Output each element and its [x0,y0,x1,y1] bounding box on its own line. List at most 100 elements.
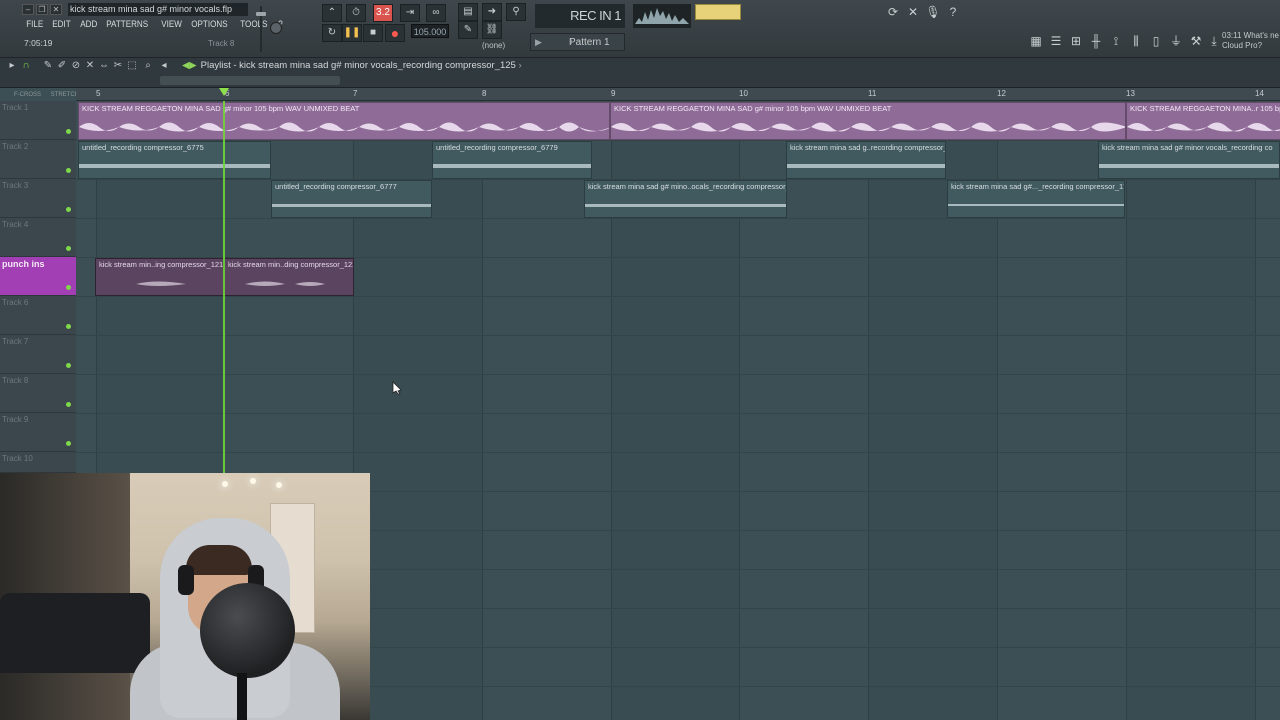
audio-clip[interactable]: kick stream min..ding compressor_122 [224,258,354,296]
track-header[interactable]: Track 4 [0,218,76,257]
slice-icon[interactable]: ✂ [112,60,124,72]
restore-icon[interactable]: ❐ [36,4,48,15]
metronome-icon[interactable]: ⌃ [322,4,342,22]
select-icon[interactable]: ⬚ [126,60,138,72]
audio-clip[interactable]: untitled_recording compressor_6777 [271,180,432,218]
track-header[interactable]: Track 8 [0,374,76,413]
mixer-icon[interactable]: ╫ [1088,33,1104,49]
cpu-icon[interactable]: ✕ [905,4,921,20]
track-header-punch-ins[interactable]: punch ins [0,257,76,296]
piano-roll-icon[interactable]: ☰ [1048,33,1064,49]
menu-edit[interactable]: EDIT [48,18,75,32]
plug-icon[interactable]: ⏚ [1168,33,1184,49]
step-edit-icon[interactable]: ⇥ [400,4,420,22]
wait-input-icon[interactable]: ⏱ [346,4,366,22]
bar-number: 10 [739,89,748,98]
record-button[interactable]: ● [385,24,405,42]
audio-clip[interactable]: KICK STREAM REGGAETON MINA SAD g# minor … [610,102,1126,140]
close-icon[interactable]: ✕ [50,4,62,15]
tempo-display[interactable]: 105.000 [411,24,449,38]
plugin-icon[interactable]: ⟟ [1108,33,1124,49]
microphone-icon[interactable]: 🎙 [925,4,941,20]
loop-icon[interactable]: ↻ [322,24,342,42]
master-pitch-knob[interactable] [270,22,282,34]
track-enable-led[interactable] [66,207,71,212]
paint-icon[interactable]: ✐ [56,60,68,72]
menu-add[interactable]: ADD [76,18,102,32]
track-header[interactable]: Track 3 [0,179,76,218]
horizontal-scrollbar[interactable] [160,76,340,85]
track-header[interactable]: Track 10 [0,452,76,473]
track-enable-led[interactable] [66,402,71,407]
track-enable-led[interactable] [66,324,71,329]
playback-icon[interactable]: ◂ [158,60,170,72]
pattern-prev-icon[interactable]: ▶ [535,37,542,48]
download-icon[interactable]: ⤓ [1206,33,1222,49]
audio-clip[interactable]: untitled_recording compressor_6775 [78,141,271,179]
track-enable-led[interactable] [66,441,71,446]
clip-waveform [245,281,325,286]
stop-button[interactable]: ■ [363,24,383,42]
track-enable-led[interactable] [66,246,71,251]
audio-clip[interactable]: untitled_recording compressor_6779 [432,141,592,179]
menu-file[interactable]: FILE [22,18,48,32]
pencil-icon[interactable]: ✎ [458,21,478,39]
track-header[interactable]: Track 2 [0,140,76,179]
menu-options[interactable]: OPTIONS [187,18,232,32]
help-icon[interactable]: ? [945,4,961,20]
track-enable-led[interactable] [66,168,71,173]
pause-button[interactable]: ❚❚ [342,24,362,42]
arrow-right-icon[interactable]: ➜ [482,3,502,21]
pattern-add-icon[interactable]: + [569,37,620,47]
stretch-controls[interactable]: F-CROSS STRETCH [14,92,79,98]
audio-clip[interactable]: KICK STREAM REGGAETON MINA SAD g# minor … [78,102,610,140]
track-header[interactable]: Track 7 [0,335,76,374]
playhead-line[interactable] [223,101,225,473]
audio-clip[interactable]: kick stream mina sad g# mino..ocals_reco… [584,180,787,218]
audio-clip[interactable]: kick stream mina sad g..recording compre… [786,141,946,179]
piano-icon[interactable]: ▤ [458,3,478,21]
zoom-icon[interactable]: ⌕ [142,60,154,72]
slip-icon[interactable]: ⇔ [98,60,110,72]
news-panel[interactable]: 03:11 What's ne Cloud Pro? [1222,31,1279,51]
menu-view[interactable]: VIEW [157,18,186,32]
audio-clip[interactable]: kick stream mina sad g# minor vocals_rec… [1098,141,1280,179]
refresh-icon[interactable]: ⟳ [885,4,901,20]
menu-patterns[interactable]: PATTERNS [102,18,152,32]
track-name: Track 3 [2,181,29,190]
playlist-icon[interactable]: ▦ [1028,33,1044,49]
track-enable-led[interactable] [66,285,71,290]
playlist-arrow-icon: ◀▶ [182,60,197,71]
news-line-2: Cloud Pro? [1222,41,1263,50]
person-hair [186,545,252,575]
audio-clip[interactable]: kick stream mina sad g#..._recording com… [947,180,1125,218]
options-arrow-icon[interactable]: ▸ [6,60,18,72]
track-enable-led[interactable] [66,363,71,368]
stamp-icon[interactable]: ⚲ [506,3,526,21]
pattern-song-toggle[interactable]: 3.2 [373,4,393,22]
track-header[interactable]: Track 9 [0,413,76,452]
clip-label: kick stream mina sad g# mino..ocals_reco… [588,182,787,191]
loop-record-icon[interactable]: ∞ [426,4,446,22]
playhead-marker[interactable] [219,88,229,96]
timeline-ruler[interactable]: 5 6 7 8 9 10 11 12 13 14 [76,88,1280,101]
link-icon[interactable]: ⛓ [482,21,502,39]
browser-icon[interactable]: ⫼ [1128,33,1144,49]
channel-rack-icon[interactable]: ⊞ [1068,33,1084,49]
audio-clip[interactable]: kick stream min..ing compressor_121 [95,258,224,296]
track-header[interactable]: Track 1 [0,101,76,140]
delete-icon[interactable]: ⊘ [70,60,82,72]
track-header[interactable]: Track 6 [0,296,76,335]
track-enable-led[interactable] [66,129,71,134]
file-icon[interactable]: ▯ [1148,33,1164,49]
audio-clip[interactable]: KICK STREAM REGGAETON MINA..r 105 bpm WA… [1126,102,1280,140]
wrench-icon[interactable]: ⚒ [1188,33,1204,49]
clip-waveform [79,164,270,168]
mute-icon[interactable]: ✕ [84,60,96,72]
pattern-selector[interactable]: ▶ Pattern 1 + [530,33,625,51]
draw-icon[interactable]: ✎ [42,60,54,72]
minimize-icon[interactable]: – [22,4,34,15]
magnet-icon[interactable]: ∩ [20,60,32,72]
snap-selector[interactable]: (none) [482,41,505,50]
master-volume-fader[interactable] [256,6,270,52]
